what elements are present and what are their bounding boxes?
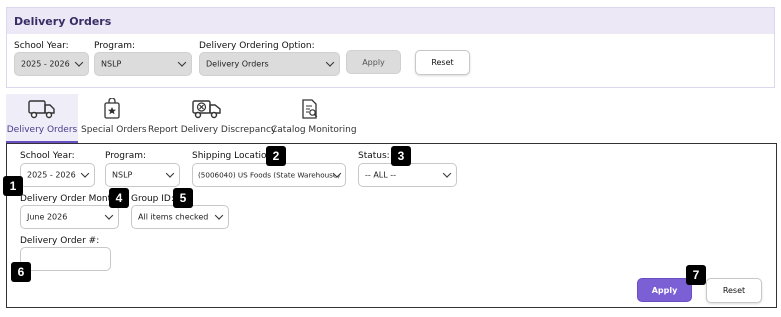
shipping-location-select[interactable]: (5006040) US Foods (State Warehouse) bbox=[192, 163, 346, 187]
ordering-option-value: Delivery Orders bbox=[206, 59, 269, 69]
panel-header: Delivery Orders bbox=[6, 7, 775, 34]
status-value: -- ALL -- bbox=[365, 170, 397, 180]
group-id-value: All items checked bbox=[138, 212, 209, 222]
group-id-label: Group ID: bbox=[131, 194, 174, 204]
school-year-value: 2025 - 2026 bbox=[27, 170, 76, 180]
chevron-down-icon bbox=[74, 58, 84, 67]
month-select[interactable]: June 2026 bbox=[20, 205, 119, 229]
order-number-input[interactable] bbox=[20, 247, 111, 271]
top-school-year-value: 2025 - 2026 bbox=[21, 59, 70, 69]
callout-badge: 3 bbox=[391, 146, 411, 166]
callout-badge: 5 bbox=[173, 188, 193, 208]
tab-special-orders[interactable]: Special Orders bbox=[81, 94, 147, 143]
order-number-label: Delivery Order #: bbox=[20, 236, 100, 246]
truck-discrepancy-icon bbox=[191, 98, 222, 123]
chevron-down-icon bbox=[165, 169, 175, 178]
ordering-option-select[interactable]: Delivery Orders bbox=[199, 52, 340, 76]
catalog-search-icon bbox=[301, 98, 319, 123]
tab-label: Report Delivery Discrepancy bbox=[148, 125, 277, 135]
status-select[interactable]: -- ALL -- bbox=[358, 163, 457, 187]
chevron-down-icon bbox=[325, 58, 335, 67]
top-program-label: Program: bbox=[94, 41, 136, 51]
school-year-label: School Year: bbox=[20, 151, 75, 161]
shipping-location-label: Shipping Location: bbox=[192, 151, 276, 161]
callout-badge: 6 bbox=[11, 262, 31, 282]
callout-badge: 2 bbox=[266, 146, 286, 166]
group-id-select[interactable]: All items checked bbox=[131, 205, 229, 229]
chevron-down-icon bbox=[104, 211, 114, 220]
chevron-down-icon bbox=[442, 169, 452, 178]
callout-badge: 4 bbox=[109, 188, 129, 208]
top-program-value: NSLP bbox=[101, 59, 122, 69]
top-reset-button[interactable]: Reset bbox=[415, 50, 470, 75]
shipping-location-value: (5006040) US Foods (State Warehouse) bbox=[198, 170, 341, 180]
program-label: Program: bbox=[105, 151, 147, 161]
delivery-truck-icon bbox=[28, 98, 56, 123]
tab-delivery-orders[interactable]: Delivery Orders bbox=[6, 94, 78, 143]
school-year-select[interactable]: 2025 - 2026 bbox=[20, 163, 95, 187]
top-program-select[interactable]: NSLP bbox=[94, 52, 192, 76]
tab-catalog-monitoring[interactable]: Catalog Monitoring bbox=[271, 94, 357, 143]
chevron-down-icon bbox=[177, 58, 187, 67]
tab-label: Special Orders bbox=[81, 125, 147, 135]
top-school-year-select[interactable]: 2025 - 2026 bbox=[14, 52, 89, 76]
tab-label: Catalog Monitoring bbox=[271, 125, 357, 135]
panel-title: Delivery Orders bbox=[14, 15, 112, 28]
apply-button[interactable]: Apply bbox=[637, 278, 692, 302]
status-label: Status: bbox=[358, 151, 390, 161]
callout-badge: 1 bbox=[3, 176, 23, 196]
program-select[interactable]: NSLP bbox=[105, 163, 180, 187]
chevron-down-icon bbox=[214, 211, 224, 220]
callout-badge: 7 bbox=[686, 265, 706, 285]
ordering-option-label: Delivery Ordering Option: bbox=[199, 41, 315, 51]
top-apply-button[interactable]: Apply bbox=[346, 50, 401, 74]
tab-label: Delivery Orders bbox=[6, 125, 78, 135]
special-order-bag-icon bbox=[103, 97, 121, 123]
month-label: Delivery Order Month: bbox=[20, 194, 120, 204]
top-school-year-label: School Year: bbox=[14, 41, 69, 51]
month-value: June 2026 bbox=[27, 212, 68, 222]
chevron-down-icon bbox=[80, 169, 90, 178]
program-value: NSLP bbox=[112, 170, 133, 180]
reset-button[interactable]: Reset bbox=[706, 278, 762, 303]
tab-report-delivery-discrepancy[interactable]: Report Delivery Discrepancy bbox=[148, 94, 277, 143]
